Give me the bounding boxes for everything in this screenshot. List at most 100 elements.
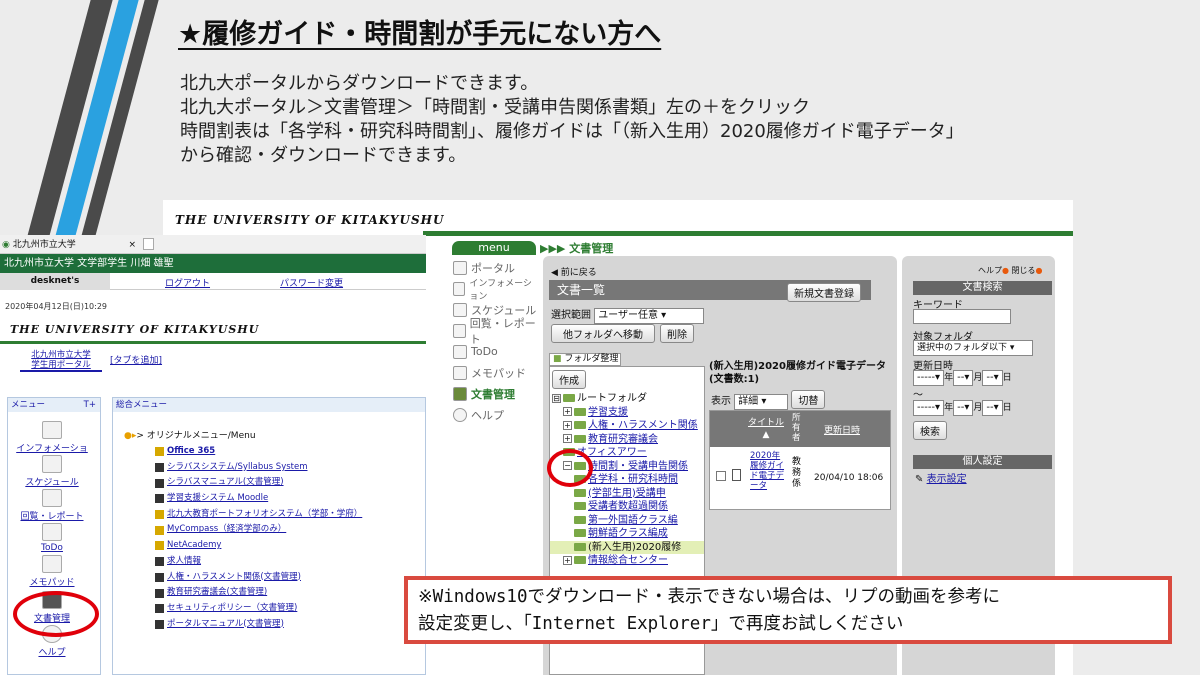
menu-link[interactable]: MyCompass（経済学部のみ）	[155, 522, 425, 538]
browser-tab-icon: ◉	[2, 240, 10, 250]
col-updated[interactable]: 更新日時	[824, 423, 860, 436]
portal-icon	[453, 260, 467, 275]
close-link[interactable]: 閉じる	[1012, 266, 1036, 275]
back-icon: ◀	[551, 268, 558, 278]
menu-link[interactable]: 人権・ハラスメント関係(文書管理)	[155, 570, 425, 586]
menu-link[interactable]: セキュリティポリシー（文書管理)	[155, 601, 425, 617]
side-menu-circular[interactable]: 回覧・レポート	[453, 317, 539, 346]
collapse-icon[interactable]: ⊟	[552, 393, 561, 403]
document-title-link[interactable]: 2020年履修ガイド電子データ	[750, 451, 784, 491]
to-day-select[interactable]: --▾	[982, 400, 1003, 416]
tree-item[interactable]: + 情報総合センター	[550, 554, 704, 568]
folder-icon	[574, 515, 586, 524]
menu-link-label: Office 365	[167, 446, 216, 456]
from-month-select[interactable]: --▾	[953, 370, 974, 386]
slide-title: ★履修ガイド・時間割が手元にない方へ	[178, 19, 662, 50]
row-checkbox[interactable]	[716, 471, 726, 481]
move-folder-button[interactable]: 他フォルダへ移動	[551, 324, 655, 343]
new-document-button[interactable]: 新規文書登録	[787, 283, 861, 302]
help-link[interactable]: ヘルプ	[978, 266, 1002, 275]
menu-link[interactable]: シラバスシステム/Syllabus System	[155, 460, 425, 476]
menu-link[interactable]: NetAcademy	[155, 538, 425, 554]
tree-item[interactable]: (新入生用)2020履修	[550, 540, 704, 554]
menu-add-icon[interactable]: T+	[84, 398, 96, 412]
expand-icon[interactable]: +	[563, 420, 572, 430]
menu-link[interactable]: Office 365	[155, 444, 425, 460]
tree-item[interactable]: ⊟ ルートフォルダ	[550, 392, 704, 406]
side-menu-documents[interactable]: 文書管理	[453, 383, 539, 404]
browser-tab[interactable]: ◉ 北九州市立大学 ×	[2, 237, 138, 253]
menu-link[interactable]: 教育研究審議会(文書管理)	[155, 585, 425, 601]
folder-open-icon: ●▸	[124, 431, 137, 441]
add-tab-link[interactable]: [タブを追加]	[110, 353, 162, 366]
folder-icon	[563, 394, 575, 402]
menu-tab[interactable]: menu	[452, 241, 536, 255]
search-button[interactable]: 検索	[913, 421, 947, 440]
brand-tab: desknet's	[0, 273, 110, 290]
target-folder-select[interactable]: 選択中のフォルダ以下 ▾	[913, 340, 1033, 356]
create-folder-button[interactable]: 作成	[552, 370, 586, 389]
side-menu-help[interactable]: ヘルプ	[453, 404, 539, 425]
link-list: Office 365 シラバスシステム/Syllabus System シラバスマニ…	[155, 444, 425, 632]
keyword-input[interactable]	[913, 309, 1011, 324]
todo-icon	[453, 344, 467, 359]
col-title[interactable]: タイトル ▲	[748, 417, 784, 441]
menu-link[interactable]: 学習支援システム Moodle	[155, 491, 425, 507]
password-change-link[interactable]: パスワード変更	[280, 276, 343, 289]
link-icon	[155, 572, 164, 582]
menu-link-label: 人権・ハラスメント関係(文書管理)	[167, 571, 301, 582]
tree-item[interactable]: 第一外国語クラス編	[550, 514, 704, 528]
to-year-select[interactable]: -----▾	[913, 400, 945, 416]
side-menu-memopad[interactable]: メモパッド	[453, 362, 539, 383]
folder-icon	[574, 407, 586, 416]
folder-icon	[574, 529, 586, 537]
list-title: 文書一覧	[557, 283, 606, 297]
menu-memopad[interactable]: メモパッド	[12, 555, 92, 588]
menu-link[interactable]: シラバスマニュアル(文書管理)	[155, 475, 425, 491]
back-link[interactable]: ◀ 前に戻る	[551, 265, 597, 278]
tree-item-label: (学部生用)受講申	[588, 487, 666, 499]
tree-item[interactable]: + 教育研究審議会	[550, 433, 704, 447]
folder-tab-icon: ■	[553, 354, 562, 364]
logout-link[interactable]: ログアウト	[165, 276, 210, 289]
expand-icon[interactable]: +	[563, 555, 572, 565]
to-month-select[interactable]: --▾	[953, 400, 974, 416]
folder-tab[interactable]: ■ フォルダ整理	[549, 353, 621, 366]
menu-circular[interactable]: 回覧・レポート	[12, 489, 92, 522]
tree-item[interactable]: + 学習支援	[550, 406, 704, 420]
from-day-select[interactable]: --▾	[982, 370, 1003, 386]
menu-link[interactable]: 北九大教育ポートフォリオシステム（学部・学府）	[155, 507, 425, 523]
switch-button[interactable]: 切替	[791, 390, 826, 409]
portal-tab[interactable]: 北九州市立大学 学生用ポータル	[20, 350, 102, 372]
side-menu-information[interactable]: インフォメーション	[453, 278, 539, 302]
tree-item[interactable]: 受講者数超過関係	[550, 500, 704, 514]
intro-line: 時間割表は「各学科・研究科時間割」、履修ガイドは「（新入生用）2020履修ガイド…	[180, 121, 964, 142]
menu-todo[interactable]: ToDo	[12, 523, 92, 553]
circular-icon	[453, 323, 466, 338]
table-header: タイトル ▲ 所有者 更新日時	[710, 411, 890, 447]
from-year-select[interactable]: -----▾	[913, 370, 945, 386]
new-tab-icon[interactable]	[143, 238, 154, 250]
menu-link[interactable]: 求人情報	[155, 554, 425, 570]
tree-item[interactable]: 朝鮮語クラス編成	[550, 527, 704, 541]
expand-icon[interactable]: +	[563, 434, 572, 443]
menu-schedule[interactable]: スケジュール	[12, 455, 92, 488]
tree-item-label: 朝鮮語クラス編成	[588, 528, 668, 539]
display-settings-link[interactable]: ✎ 表示設定	[915, 470, 967, 485]
link-icon	[155, 478, 164, 488]
tab-close-icon[interactable]: ×	[128, 237, 136, 253]
tree-item[interactable]: (学部生用)受講申	[550, 487, 704, 501]
expand-icon[interactable]: +	[563, 407, 572, 416]
tree-item-label: (新入生用)2020履修	[588, 541, 682, 553]
display-select[interactable]: 詳細 ▾	[734, 394, 789, 410]
link-icon	[155, 604, 164, 614]
tree-item[interactable]: + 人権・ハラスメント関係	[550, 419, 704, 433]
link-icon	[155, 619, 164, 629]
scope-select[interactable]: ユーザー任意 ▾	[594, 308, 705, 324]
help-icon: ●	[1002, 266, 1009, 275]
search-title: 文書検索	[913, 281, 1052, 295]
user-bar: 北九州市立大学 文学部学生 川畑 雄聖	[0, 254, 426, 273]
menu-link[interactable]: ポータルマニュアル(文書管理)	[155, 617, 425, 633]
col-owner[interactable]: 所有者	[792, 413, 802, 443]
delete-button[interactable]: 削除	[660, 324, 694, 343]
